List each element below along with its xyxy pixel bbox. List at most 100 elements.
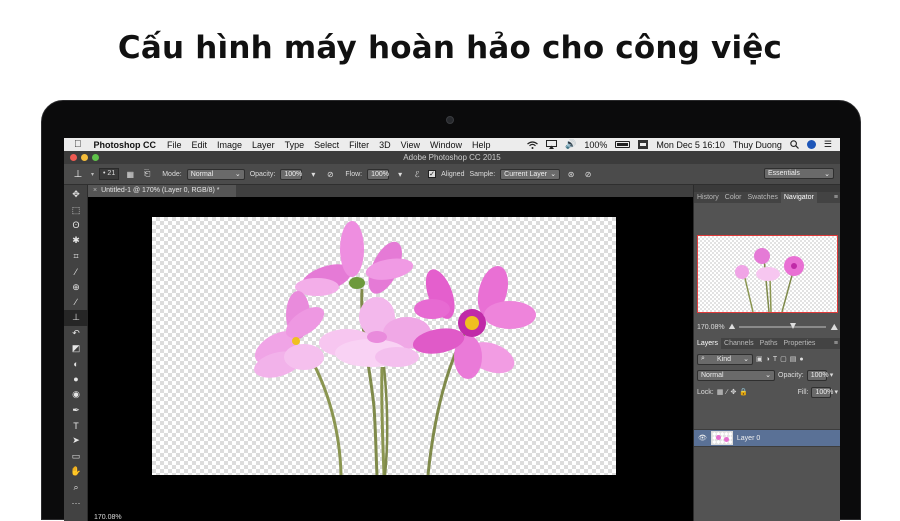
- navigator-preview[interactable]: [697, 235, 838, 313]
- pressure-opacity-icon[interactable]: ⊘: [324, 168, 336, 180]
- menu-view[interactable]: View: [401, 140, 420, 150]
- wifi-icon[interactable]: [527, 140, 538, 149]
- opacity-dropdown-icon[interactable]: ▾: [307, 168, 319, 180]
- move-tool-icon[interactable]: ✥: [64, 187, 88, 202]
- navigator-zoom-value[interactable]: 170.08%: [697, 324, 725, 331]
- mode-select[interactable]: Normal ⌄: [186, 168, 245, 180]
- filter-pixel-icon[interactable]: ▣: [756, 355, 763, 363]
- airbrush-icon[interactable]: ℰ: [411, 168, 423, 180]
- tab-properties[interactable]: Properties: [781, 338, 819, 349]
- lasso-tool-icon[interactable]: ʘ: [64, 218, 88, 233]
- navigator-zoom-slider[interactable]: [739, 323, 827, 329]
- battery-icon[interactable]: [615, 141, 631, 148]
- filter-kind-select[interactable]: ⌕ Kind ⌄: [697, 353, 753, 365]
- crop-tool-icon[interactable]: ⌗: [64, 249, 88, 264]
- marquee-tool-icon[interactable]: ⬚: [64, 202, 88, 217]
- notification-list-icon[interactable]: ☰: [824, 139, 832, 150]
- layer-opacity-field[interactable]: 100%: [806, 369, 829, 381]
- airplay-icon[interactable]: [546, 140, 558, 149]
- lock-all-icon[interactable]: 🔒: [739, 388, 748, 396]
- layer-opacity-dropdown-icon[interactable]: ▾: [830, 371, 834, 379]
- menu-3d[interactable]: 3D: [379, 140, 391, 150]
- menu-window[interactable]: Window: [430, 140, 462, 150]
- navigator-zoom-thumb[interactable]: [789, 323, 796, 329]
- clone-stamp-tool-icon[interactable]: ⊥: [64, 310, 88, 326]
- eyedropper-tool-icon[interactable]: ⁄: [64, 264, 88, 279]
- tab-history[interactable]: History: [694, 192, 722, 203]
- history-brush-tool-icon[interactable]: ↶: [64, 326, 88, 341]
- workspace-select[interactable]: Essentials ⌄: [764, 168, 834, 179]
- document-tab[interactable]: × Untitled-1 @ 170% (Layer 0, RGB/8) *: [88, 185, 236, 197]
- tab-channels[interactable]: Channels: [721, 338, 757, 349]
- brush-size-picker[interactable]: • 21: [99, 168, 120, 180]
- lock-position-icon[interactable]: ✥: [731, 388, 737, 396]
- close-window-button[interactable]: [70, 154, 77, 161]
- more-tools-icon[interactable]: ···: [64, 495, 88, 510]
- lock-transparent-icon[interactable]: ▦: [717, 388, 724, 396]
- menu-layer[interactable]: Layer: [252, 140, 275, 150]
- zoom-out-icon[interactable]: ⛰: [729, 322, 736, 332]
- siri-icon[interactable]: [806, 140, 816, 149]
- lock-image-icon[interactable]: ∕: [726, 389, 727, 396]
- pressure-size-icon[interactable]: ⊘: [582, 168, 594, 180]
- visibility-eye-icon[interactable]: 👁: [698, 434, 707, 442]
- keyboard-input-icon[interactable]: [638, 140, 649, 149]
- fill-dropdown-icon[interactable]: ▾: [834, 388, 838, 396]
- panel-menu-icon[interactable]: ≡: [834, 192, 838, 203]
- brush-panel-icon[interactable]: ▦: [124, 168, 136, 180]
- eraser-tool-icon[interactable]: ◩: [64, 341, 88, 356]
- tab-paths[interactable]: Paths: [757, 338, 781, 349]
- gradient-tool-icon[interactable]: ◐: [64, 356, 88, 371]
- menu-app-name[interactable]: Photoshop CC: [94, 140, 157, 150]
- blend-mode-select[interactable]: Normal ⌄: [697, 369, 775, 381]
- dodge-tool-icon[interactable]: ◉: [64, 387, 88, 402]
- filter-type-icon[interactable]: T: [773, 356, 777, 363]
- menu-file[interactable]: File: [167, 140, 182, 150]
- path-selection-tool-icon[interactable]: ➤: [64, 433, 88, 448]
- menu-edit[interactable]: Edit: [192, 140, 208, 150]
- blur-tool-icon[interactable]: ●: [64, 372, 88, 387]
- menu-help[interactable]: Help: [472, 140, 491, 150]
- pen-tool-icon[interactable]: ✒: [64, 402, 88, 417]
- menu-image[interactable]: Image: [217, 140, 242, 150]
- search-icon[interactable]: [790, 140, 799, 149]
- document-zoom[interactable]: 170.08%: [92, 514, 124, 521]
- clone-source-panel-icon[interactable]: ⎗: [141, 168, 153, 180]
- filter-toggle-icon[interactable]: ●: [799, 356, 803, 363]
- tab-layers[interactable]: Layers: [694, 338, 722, 349]
- tab-color[interactable]: Color: [722, 192, 745, 203]
- filter-shape-icon[interactable]: ▢: [780, 355, 787, 363]
- layer-row-layer-0[interactable]: 👁 Layer 0: [694, 429, 840, 447]
- apple-icon[interactable]: : [74, 139, 82, 150]
- clone-stamp-preset-icon[interactable]: ⊥: [70, 167, 86, 182]
- flow-field[interactable]: 100%: [367, 168, 390, 180]
- type-tool-icon[interactable]: T: [64, 418, 88, 433]
- document-canvas[interactable]: [152, 217, 616, 476]
- layers-panel-menu-icon[interactable]: ≡: [834, 338, 838, 349]
- menu-type[interactable]: Type: [285, 140, 305, 150]
- hand-tool-icon[interactable]: ✋: [64, 464, 88, 479]
- ignore-adjustment-layers-icon[interactable]: ⊛: [565, 168, 577, 180]
- menubar-datetime[interactable]: Mon Dec 5 16:10: [656, 140, 725, 150]
- zoom-tool-icon[interactable]: ⌕: [64, 479, 88, 494]
- filter-smart-object-icon[interactable]: ▤: [790, 355, 797, 363]
- menubar-user[interactable]: Thuy Duong: [733, 140, 782, 150]
- close-tab-icon[interactable]: ×: [93, 187, 97, 194]
- sample-select[interactable]: Current Layer ⌄: [500, 168, 561, 180]
- layer-name[interactable]: Layer 0: [737, 435, 760, 442]
- healing-brush-tool-icon[interactable]: ⊕: [64, 279, 88, 294]
- minimize-window-button[interactable]: [81, 154, 88, 161]
- tab-swatches[interactable]: Swatches: [745, 192, 781, 203]
- canvas-area[interactable]: 170.08%: [88, 197, 693, 521]
- aligned-checkbox[interactable]: ✓: [428, 170, 437, 178]
- rectangle-tool-icon[interactable]: ▭: [64, 449, 88, 464]
- filter-adjustment-icon[interactable]: ◑: [766, 356, 770, 363]
- brush-tool-icon[interactable]: ∕: [64, 295, 88, 310]
- menu-select[interactable]: Select: [314, 140, 339, 150]
- zoom-in-icon[interactable]: ⛰: [830, 322, 838, 333]
- zoom-window-button[interactable]: [92, 154, 99, 161]
- opacity-field[interactable]: 100%: [280, 168, 303, 180]
- preset-dropdown-icon[interactable]: ▾: [91, 171, 94, 178]
- menu-filter[interactable]: Filter: [349, 140, 369, 150]
- flow-dropdown-icon[interactable]: ▾: [394, 168, 406, 180]
